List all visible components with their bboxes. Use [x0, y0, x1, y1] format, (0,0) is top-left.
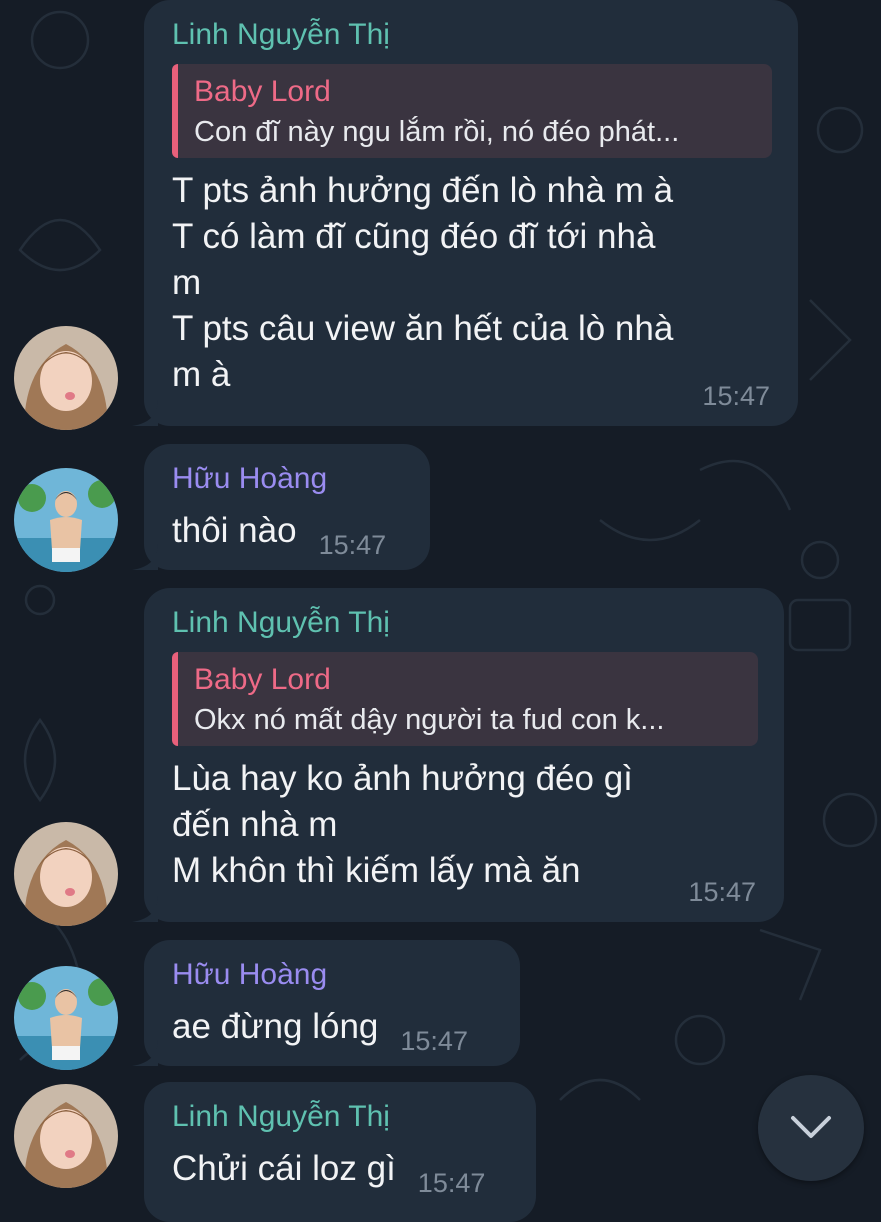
message-text: T pts ảnh hưởng đến lò nhà m à T có làm … [172, 168, 772, 398]
message-time: 15:47 [417, 1168, 486, 1198]
message-line: đến nhà m [172, 805, 338, 844]
sender-name[interactable]: Linh Nguyễn Thị [172, 604, 758, 642]
message-time: 15:47 [318, 530, 387, 560]
sender-name[interactable]: Linh Nguyễn Thị [172, 1098, 510, 1136]
sender-name[interactable]: Hữu Hoàng [172, 956, 494, 994]
avatar-huu-image [14, 468, 118, 572]
message-time: 15:47 [688, 877, 756, 907]
chevron-down-icon [791, 1116, 831, 1138]
message-line: T pts câu view ăn hết của lò nhà [172, 309, 674, 348]
message-line: M khôn thì kiếm lấy mà ăn [172, 851, 581, 890]
avatar-linh-image [14, 822, 118, 926]
message-text: thôi nào 15:47 [172, 508, 404, 568]
message-text: Chửi cái loz gì 15:47 [172, 1146, 510, 1206]
avatar-linh[interactable] [14, 1084, 118, 1188]
message-line: Chửi cái loz gì [172, 1149, 396, 1188]
message-line: T có làm đĩ cũng đéo đĩ tới nhà [172, 217, 656, 256]
message-time: 15:47 [702, 381, 770, 411]
reply-quote[interactable]: Baby Lord Con đĩ này ngu lắm rồi, nó đéo… [172, 64, 772, 158]
reply-text: Con đĩ này ngu lắm rồi, nó đéo phát... [194, 116, 680, 148]
message-line: m [172, 263, 202, 302]
message-text: Lùa hay ko ảnh hưởng đéo gì đến nhà m M … [172, 756, 758, 894]
reply-text: Okx nó mất dậy người ta fud con k... [194, 704, 665, 736]
avatar-linh-image [14, 326, 118, 430]
bubble-tail [132, 400, 158, 426]
avatar-linh-image [14, 1084, 118, 1188]
message-bubble[interactable]: Hữu Hoàng thôi nào 15:47 [132, 444, 430, 570]
bubble-tail [132, 1040, 158, 1066]
reply-sender: Baby Lord [194, 75, 331, 108]
sender-name[interactable]: Hữu Hoàng [172, 460, 404, 498]
message-line: T pts ảnh hưởng đến lò nhà m à [172, 171, 674, 210]
message-bubble[interactable]: Linh Nguyễn Thị Chửi cái loz gì 15:47 [144, 1082, 536, 1222]
bubble-tail [132, 896, 158, 922]
reply-sender: Baby Lord [194, 663, 331, 696]
avatar-linh[interactable] [14, 822, 118, 926]
message-time: 15:47 [400, 1026, 468, 1056]
message-line: thôi nào [172, 511, 297, 550]
message-text: ae đừng lóng 15:47 [172, 1004, 494, 1064]
avatar-huu[interactable] [14, 468, 118, 572]
avatar-huu-image [14, 966, 118, 1070]
message-bubble[interactable]: Linh Nguyễn Thị Baby Lord Con đĩ này ngu… [132, 0, 798, 426]
message-line: m à [172, 355, 231, 394]
avatar-linh[interactable] [14, 326, 118, 430]
message-line: ae đừng lóng [172, 1007, 379, 1046]
message-bubble[interactable]: Linh Nguyễn Thị Baby Lord Okx nó mất dậy… [132, 588, 784, 922]
sender-name[interactable]: Linh Nguyễn Thị [172, 16, 772, 54]
bubble-tail [132, 544, 158, 570]
avatar-huu[interactable] [14, 966, 118, 1070]
message-line: Lùa hay ko ảnh hưởng đéo gì [172, 759, 633, 798]
reply-quote[interactable]: Baby Lord Okx nó mất dậy người ta fud co… [172, 652, 758, 746]
message-bubble[interactable]: Hữu Hoàng ae đừng lóng 15:47 [132, 940, 520, 1066]
scroll-down-button[interactable] [758, 1075, 864, 1181]
